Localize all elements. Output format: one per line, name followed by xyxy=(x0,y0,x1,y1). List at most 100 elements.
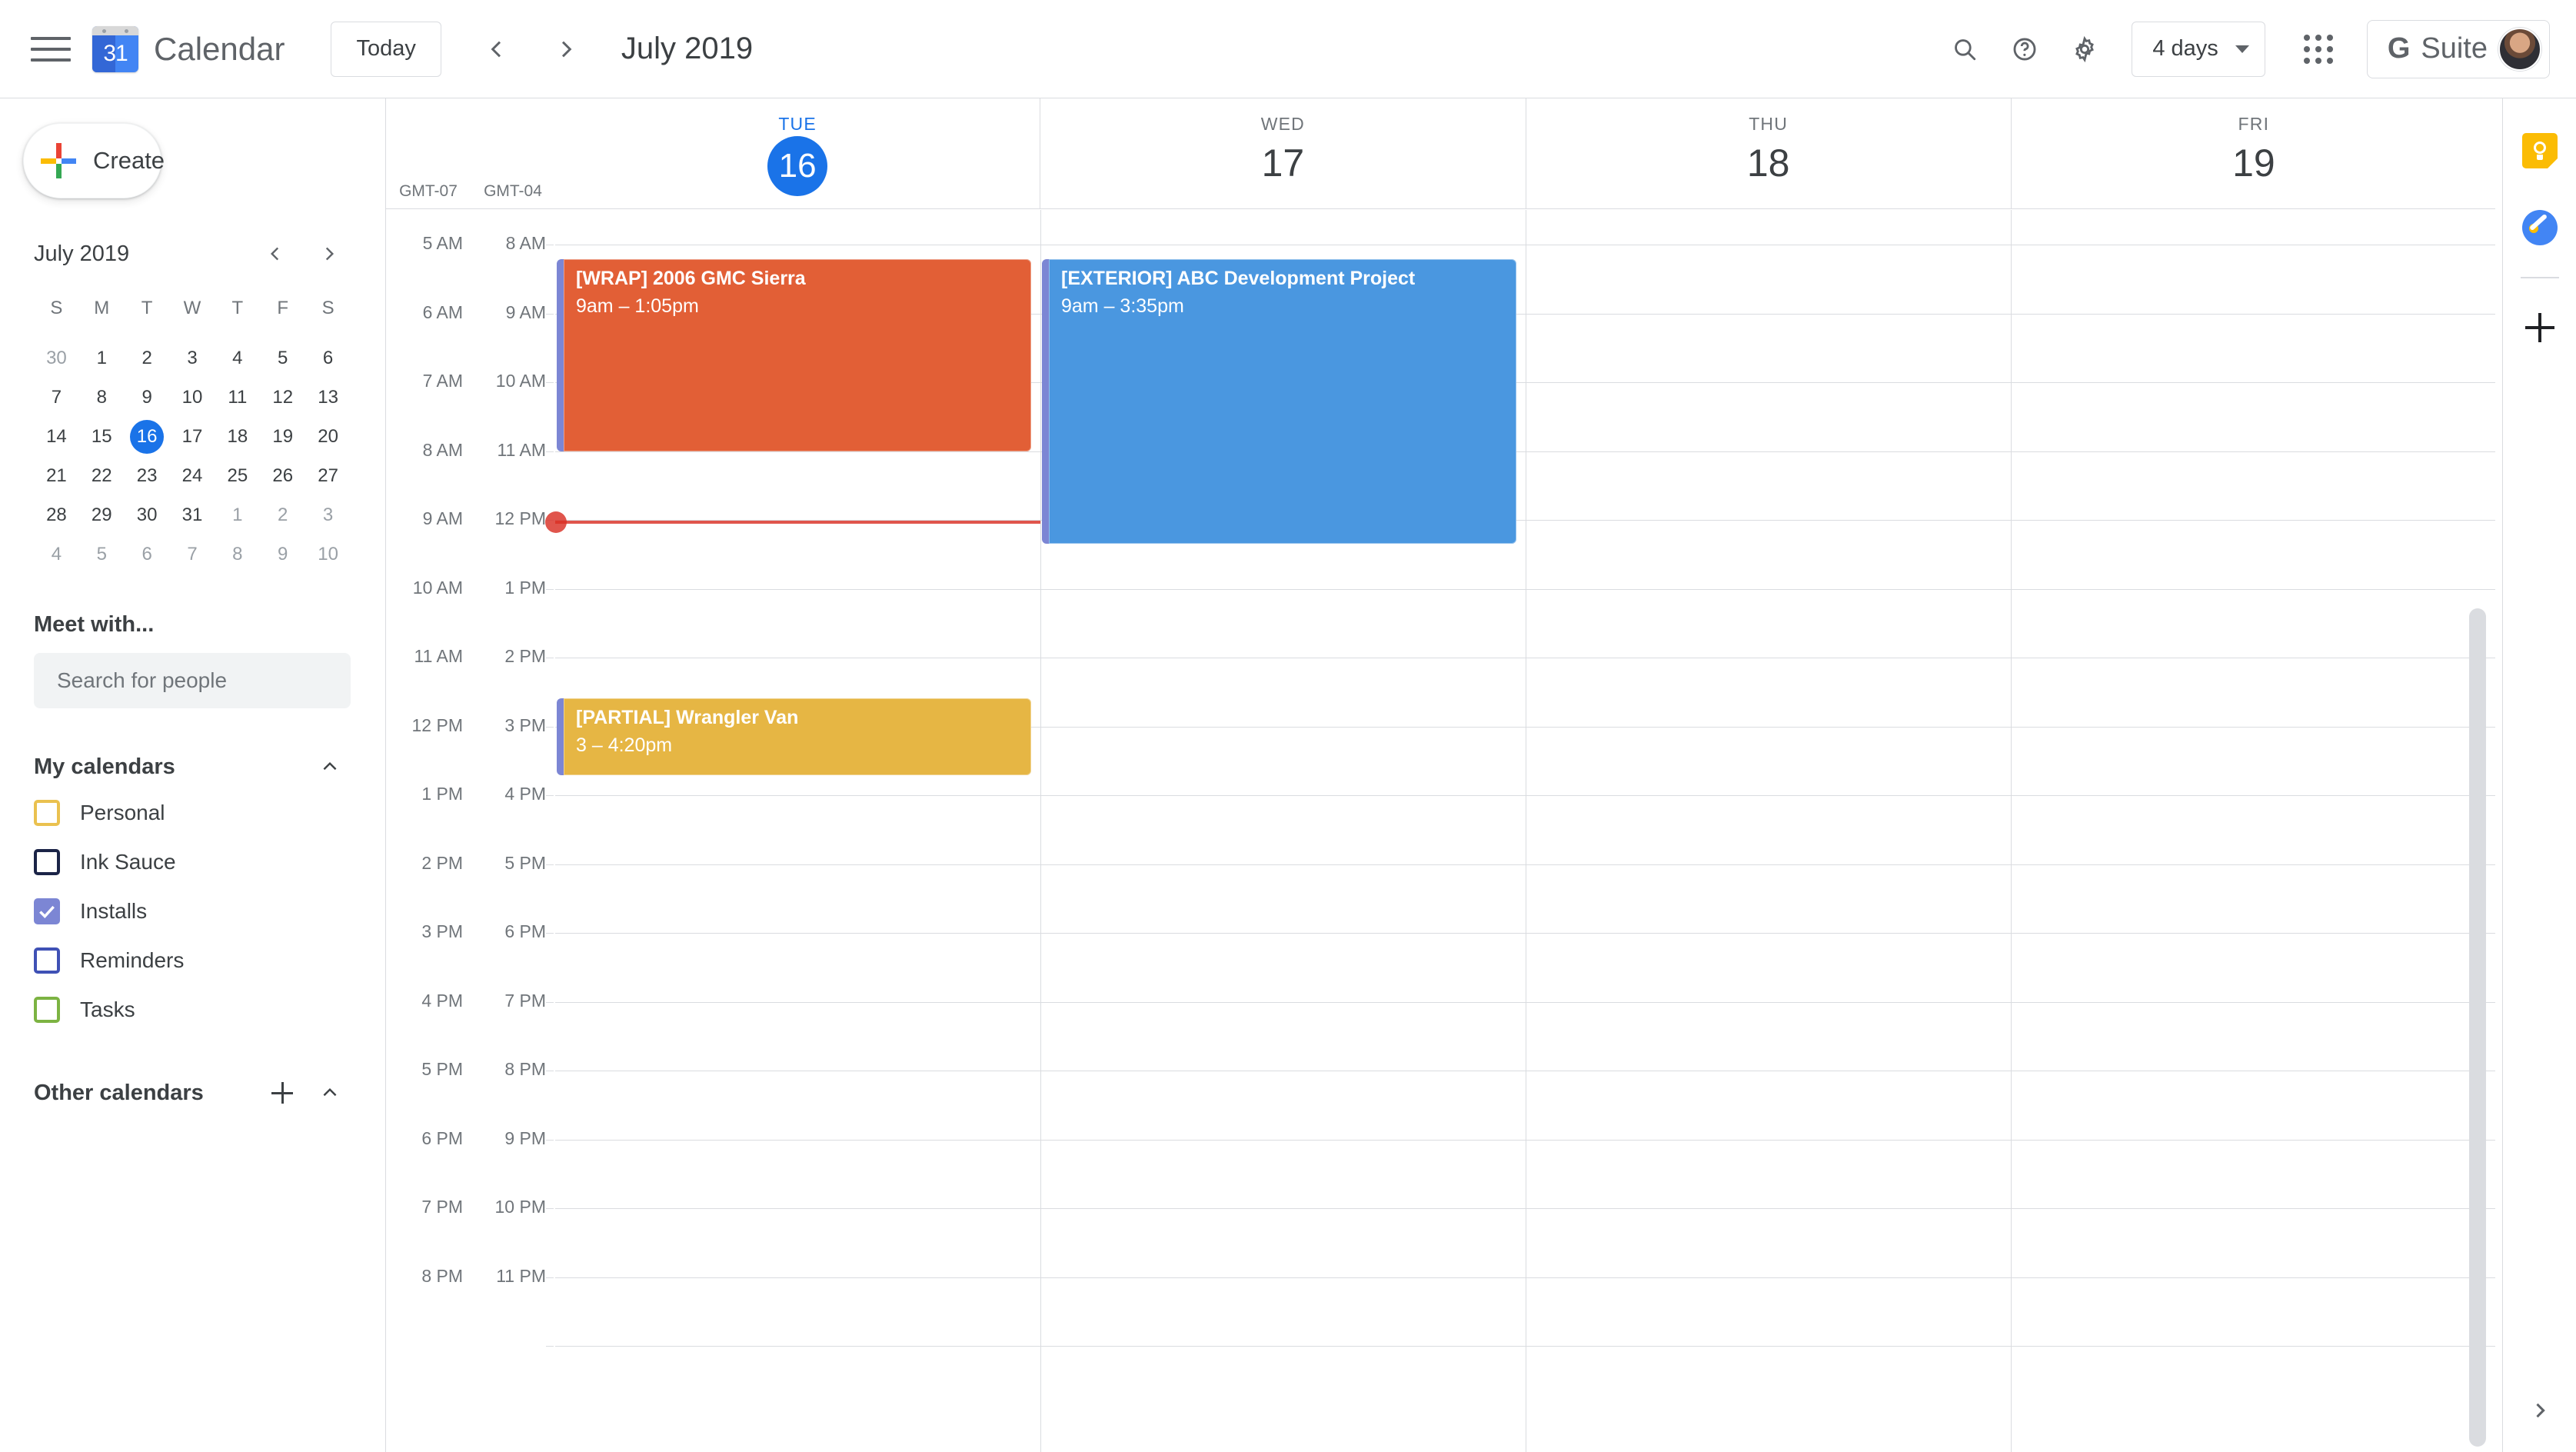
mini-calendar-day[interactable]: 14 xyxy=(34,417,79,456)
mini-calendar-day[interactable]: 17 xyxy=(170,417,215,456)
search-for-people-input[interactable] xyxy=(34,653,351,708)
mini-calendar-day[interactable]: 6 xyxy=(125,535,170,574)
mini-calendar-day[interactable]: 7 xyxy=(170,535,215,574)
calendar-name: Ink Sauce xyxy=(80,850,176,874)
add-other-calendar-button[interactable] xyxy=(261,1072,303,1114)
mini-calendar-day[interactable]: 1 xyxy=(79,338,125,378)
calendar-name: Installs xyxy=(80,899,148,923)
mini-calendar-day[interactable]: 31 xyxy=(170,495,215,535)
day-header-number[interactable]: 18 xyxy=(1747,141,1790,185)
calendar-list-item[interactable]: Personal xyxy=(34,788,351,838)
create-button[interactable]: Create xyxy=(23,123,165,198)
hour-tick xyxy=(546,588,554,590)
expand-side-panel-button[interactable] xyxy=(2503,1380,2576,1441)
chevron-up-icon[interactable] xyxy=(309,1072,351,1114)
mini-calendar-day[interactable]: 22 xyxy=(79,456,125,495)
hour-label-secondary: 2 PM xyxy=(504,646,546,666)
mini-calendar-day[interactable]: 26 xyxy=(260,456,305,495)
google-tasks-icon[interactable] xyxy=(2503,189,2576,266)
mini-calendar-day[interactable]: 3 xyxy=(305,495,351,535)
mini-calendar-day[interactable]: 30 xyxy=(125,495,170,535)
other-calendars-section: Other calendars xyxy=(34,1071,351,1114)
day-header-number[interactable]: 17 xyxy=(1262,141,1305,185)
day-header-fri[interactable]: FRI 19 xyxy=(2010,98,2495,208)
calendar-checkbox[interactable] xyxy=(34,800,60,826)
mini-calendar-day[interactable]: 3 xyxy=(170,338,215,378)
mini-calendar-day[interactable]: 28 xyxy=(34,495,79,535)
mini-calendar-day[interactable]: 13 xyxy=(305,378,351,417)
chevron-up-icon[interactable] xyxy=(309,746,351,788)
account-chip[interactable]: G Suite xyxy=(2366,19,2550,78)
event-time: 9am – 1:05pm xyxy=(576,295,699,318)
hour-label-secondary: 4 PM xyxy=(504,784,546,804)
calendar-list-item[interactable]: Tasks xyxy=(34,985,351,1034)
mini-calendar-day[interactable]: 10 xyxy=(305,535,351,574)
next-period-button[interactable] xyxy=(538,22,594,77)
calendar-checkbox[interactable] xyxy=(34,849,60,875)
my-calendars-header[interactable]: My calendars xyxy=(34,745,351,788)
day-header-number[interactable]: 19 xyxy=(2232,141,2275,185)
apps-grid-icon[interactable] xyxy=(2288,19,2348,79)
mini-calendar-day[interactable]: 4 xyxy=(215,338,260,378)
mini-calendar-day[interactable]: 30 xyxy=(34,338,79,378)
mini-calendar-day[interactable]: 24 xyxy=(170,456,215,495)
mini-calendar-day[interactable]: 7 xyxy=(34,378,79,417)
mini-calendar-day[interactable]: 12 xyxy=(260,378,305,417)
calendar-checkbox[interactable] xyxy=(34,898,60,924)
previous-period-button[interactable] xyxy=(469,22,524,77)
calendar-logo[interactable]: 31 Calendar xyxy=(92,25,285,72)
search-icon[interactable] xyxy=(1935,19,1995,79)
calendar-checkbox[interactable] xyxy=(34,997,60,1023)
mini-calendar-day[interactable]: 4 xyxy=(34,535,79,574)
mini-calendar-day[interactable]: 27 xyxy=(305,456,351,495)
mini-calendar-next-button[interactable] xyxy=(308,232,351,275)
mini-calendar-dow-1: M xyxy=(94,298,110,318)
mini-calendar-day[interactable]: 16 xyxy=(125,417,170,456)
mini-calendar-day[interactable]: 18 xyxy=(215,417,260,456)
view-selector[interactable]: 4 days xyxy=(2132,21,2265,77)
avatar[interactable] xyxy=(2498,27,2541,71)
mini-calendar-day[interactable]: 15 xyxy=(79,417,125,456)
mini-calendar-day[interactable]: 5 xyxy=(260,338,305,378)
mini-calendar-day[interactable]: 2 xyxy=(260,495,305,535)
calendar-event[interactable]: [EXTERIOR] ABC Development Project 9am – … xyxy=(1042,259,1516,544)
day-header-tue[interactable]: TUE 16 xyxy=(555,98,1040,208)
google-keep-icon[interactable] xyxy=(2503,112,2576,189)
mini-calendar-day[interactable]: 5 xyxy=(79,535,125,574)
hour-label-secondary: 12 PM xyxy=(494,508,546,528)
hamburger-icon[interactable] xyxy=(31,34,71,65)
calendar-event[interactable]: [PARTIAL] Wrangler Van 3 – 4:20pm xyxy=(557,698,1031,775)
mini-calendar-day[interactable]: 20 xyxy=(305,417,351,456)
mini-calendar-day[interactable]: 25 xyxy=(215,456,260,495)
help-icon[interactable] xyxy=(1995,19,2055,79)
calendar-list-item[interactable]: Installs xyxy=(34,887,351,936)
mini-calendar-prev-button[interactable] xyxy=(254,232,297,275)
calendar-event[interactable]: [WRAP] 2006 GMC Sierra 9am – 1:05pm xyxy=(557,259,1031,451)
vertical-scrollbar[interactable] xyxy=(2469,608,2486,1447)
mini-calendar-day[interactable]: 10 xyxy=(170,378,215,417)
calendar-list-item[interactable]: Ink Sauce xyxy=(34,838,351,887)
mini-calendar-day[interactable]: 9 xyxy=(260,535,305,574)
mini-calendar-day[interactable]: 2 xyxy=(125,338,170,378)
calendar-name: Tasks xyxy=(80,997,135,1021)
mini-calendar-day[interactable]: 21 xyxy=(34,456,79,495)
mini-calendar-day[interactable]: 29 xyxy=(79,495,125,535)
calendar-checkbox[interactable] xyxy=(34,947,60,974)
my-calendars-title: My calendars xyxy=(34,754,175,779)
mini-calendar-day[interactable]: 19 xyxy=(260,417,305,456)
gear-icon[interactable] xyxy=(2055,19,2115,79)
mini-calendar-day[interactable]: 23 xyxy=(125,456,170,495)
mini-calendar-day[interactable]: 9 xyxy=(125,378,170,417)
other-calendars-header[interactable]: Other calendars xyxy=(34,1071,351,1114)
day-header-wed[interactable]: WED 17 xyxy=(1040,98,1525,208)
mini-calendar-day[interactable]: 11 xyxy=(215,378,260,417)
calendar-list-item[interactable]: Reminders xyxy=(34,936,351,985)
day-header-number[interactable]: 16 xyxy=(767,136,828,196)
mini-calendar-day[interactable]: 8 xyxy=(215,535,260,574)
mini-calendar-day[interactable]: 8 xyxy=(79,378,125,417)
today-button[interactable]: Today xyxy=(331,21,441,77)
mini-calendar-day[interactable]: 1 xyxy=(215,495,260,535)
mini-calendar-day[interactable]: 6 xyxy=(305,338,351,378)
add-app-button[interactable] xyxy=(2503,289,2576,366)
day-header-thu[interactable]: THU 18 xyxy=(1525,98,2011,208)
